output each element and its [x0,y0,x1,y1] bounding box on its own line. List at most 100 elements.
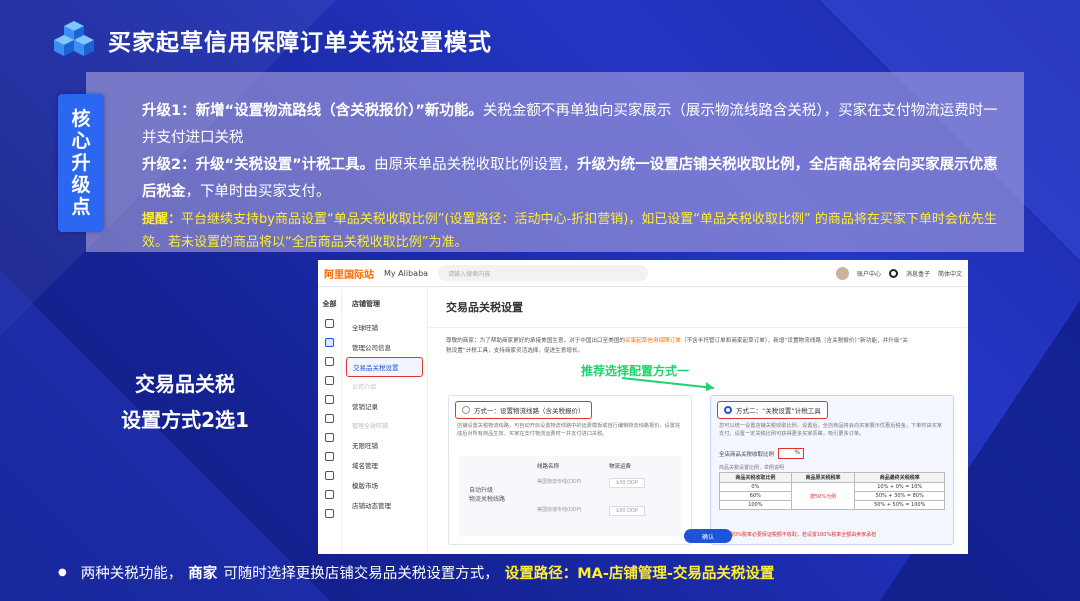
core-tag-char: 级 [71,174,91,196]
table-row: 商品关税收取比例 商品原关税税率 商品最终关税税率 [719,472,945,483]
table-cell: 10% + 0% = 10% [854,482,945,492]
search-input[interactable]: 请输入搜索内容 [438,265,649,281]
bullet-line: ● 两种关税功能， 商家 可随时选择更换店铺交易品关税设置方式， 设置路径：MA-店铺… [58,562,774,583]
store-icon[interactable] [325,338,334,347]
nav-item[interactable]: 管理公司信息 [342,337,427,357]
avatar[interactable] [835,266,849,280]
upgrade-2: 升级2：升级“关税设置”计税工具。由原来单品关税收取比例设置，升级为统一设置店铺… [142,152,1012,206]
doc-icon[interactable] [325,490,334,499]
option-2-card[interactable]: 方式二：“关税设置”计税工具 您可以统一设置店铺关税收取比例，设置后，全店商品将… [710,395,954,545]
intro-b: 买家起草信用保障订单 [625,338,681,344]
nav-item[interactable]: 域名管理 [342,455,427,475]
nav-item[interactable]: 无限旺铺 [342,435,427,455]
option-1-table: 自动升级 物流关税线路 线路名称 物流运费 美国物流专线(DDP) $30 DD… [459,456,681,536]
table-cell: 50% + 30% = 80% [854,491,945,501]
nav-item[interactable]: 营销记录 [342,396,427,416]
slide-title: 买家起草信用保障订单关税设置模式 [108,30,492,56]
core-tag-char: 心 [71,130,91,152]
bullet-d: 设置路径：MA-店铺管理-交易品关税设置 [504,566,775,582]
arrow-icon [621,377,715,391]
option-1-desc: 店铺设置关税物流线路，可自动开启设置物流线路中的运费模板或自行编辑物流线路报价。… [457,423,681,437]
table-header: 商品最终关税税率 [854,472,945,483]
my-alibaba-link[interactable]: My Alibaba [384,269,428,278]
option-1-table-label: 自动升级 物流关税线路 [469,487,506,503]
bullet-c: 可随时选择更换店铺交易品关税设置方式， [223,566,499,582]
nav-item[interactable]: 店铺动态管理 [342,495,427,515]
nav-group-title: 店铺管理 [352,300,380,308]
rate-row: 全店商品关税收取比例 % [719,448,805,459]
title-bar: 买家起草信用保障订单关税设置模式 [50,18,492,62]
product-icon[interactable] [325,357,334,366]
upgrade-2-mid: 由原来单品关税收取比例设置， [374,157,578,173]
alibaba-logo[interactable]: 阿里国际站 [324,266,374,281]
side-nav: 店铺管理 全球旺铺 管理公司信息 交易品关税设置 公司介绍 营销记录 管理全球旺… [342,287,428,554]
table-row: 0% 按50%为例 10% + 0% = 10% [719,482,945,510]
tip-head: 提醒： [142,212,182,227]
option-1-card[interactable]: 方式一：设置物流线路（含关税报价） 店铺设置关税物流线路，可自动开启设置物流线路… [448,395,692,545]
tip: 提醒：平台继续支持by商品设置“单品关税收取比例”(设置路径：活动中心-折扣营销… [142,208,1012,254]
table-cell: 50% + 50% = 100% [854,500,945,510]
bullet-dot-icon: ● [58,567,67,578]
table-cell: 按50%为例 [790,482,856,510]
nav-item[interactable]: 模版市场 [342,475,427,495]
marketing-icon[interactable] [325,395,334,404]
bullet-a: 两种关税功能， [80,566,183,582]
main-content: 交易品关税设置 尊敬的商家：为了帮助商家更好的承接美国生意，对于中国出口至美国的… [428,287,968,554]
core-text: 升级1：新增“设置物流路线（含关税报价）”新功能。关税金额不再单独向买家展示（展… [142,98,1012,254]
upgrade-1-head: 升级1：新增“设置物流路线（含关税报价）”新功能。 [142,103,483,119]
nav-subtitle: 管理全球旺铺 [352,423,389,430]
user-icon[interactable] [325,471,334,480]
table-cell: 美国快递专线(DDP) [537,507,582,513]
data-icon[interactable] [325,414,334,423]
core-tag-char: 核 [71,108,91,130]
upgrade-1: 升级1：新增“设置物流路线（含关税报价）”新功能。关税金额不再单独向买家展示（展… [142,98,1012,152]
core-tag-char: 升 [71,152,91,174]
order-icon[interactable] [325,376,334,385]
account-link[interactable]: 账户中心 [857,269,881,278]
option-1-header[interactable]: 方式一：设置物流线路（含关税报价） [455,401,592,419]
option-2-label: 方式二：“关税设置”计税工具 [736,407,821,415]
confirm-button[interactable]: 确认 [684,529,732,543]
nav-item-tariff[interactable]: 交易品关税设置 [346,357,423,377]
core-tag: 核 心 升 级 点 [58,94,104,232]
rate-label: 全店商品关税收取比例 [719,451,775,458]
table-cell: 60% [719,491,792,501]
core-tag-char: 点 [71,196,91,218]
chart-icon[interactable] [325,433,334,442]
table-cell: $30 DDP [609,478,645,488]
language-select[interactable]: 简体中文 [938,269,962,278]
table-cell: 0% [719,482,792,492]
table-cell: 100% [719,500,792,510]
intro-a: 尊敬的商家：为了帮助商家更好的承接美国生意，对于中国出口至美国的 [446,338,626,344]
table-header: 商品关税收取比例 [719,472,792,483]
rate-input[interactable]: % [778,448,805,459]
upgrade-2-tail: ，下单时由买家支付。 [185,184,331,200]
table-header: 商品原关税税率 [790,472,856,483]
rail-all[interactable]: 全部 [318,287,341,309]
option-2-header[interactable]: 方式二：“关税设置”计税工具 [717,401,828,419]
message-link[interactable]: 消息盒子 [906,269,930,278]
option-2-radio[interactable] [724,406,732,414]
method-label-line1: 交易品关税 [135,372,235,396]
home-icon[interactable] [325,319,334,328]
table-header: 物流运费 [609,464,632,470]
page-title: 交易品关税设置 [428,287,968,328]
message-icon[interactable] [888,268,898,278]
table-cell: 美国物流专线(DDP) [537,479,582,485]
bullet-b: 商家 [188,566,218,582]
table-cell: $30 DDP [609,506,645,516]
tip-body: 平台继续支持by商品设置“单品关税收取比例”(设置路径：活动中心-折扣营销)，如… [142,212,997,250]
platform-screenshot: 阿里国际站 My Alibaba 请输入搜索内容 账户中心 消息盒子 简体中文 … [318,260,968,554]
left-rail: 全部 [318,287,342,554]
settings-icon[interactable] [325,509,334,518]
example-title: 商品关税设置比例，举例说明 [719,465,785,471]
nav-item[interactable]: 全球旺铺 [342,317,427,337]
foot-note: 若设置0%税率必要保证税额不收取，若设置100%税率全额由卖家承担 [719,532,877,538]
intro-text: 尊敬的商家：为了帮助商家更好的承接美国生意，对于中国出口至美国的买家起草信用保障… [428,328,928,356]
example-table: 商品关税收取比例 商品原关税税率 商品最终关税税率 0% 按50%为例 10% … [719,472,945,510]
upgrade-2-head: 升级2：升级“关税设置”计税工具。 [142,157,375,173]
message-rail-icon[interactable] [325,452,334,461]
cube-logo-icon [54,21,94,56]
top-right-menu: 账户中心 消息盒子 简体中文 [835,266,962,280]
option-1-radio[interactable] [462,406,470,414]
